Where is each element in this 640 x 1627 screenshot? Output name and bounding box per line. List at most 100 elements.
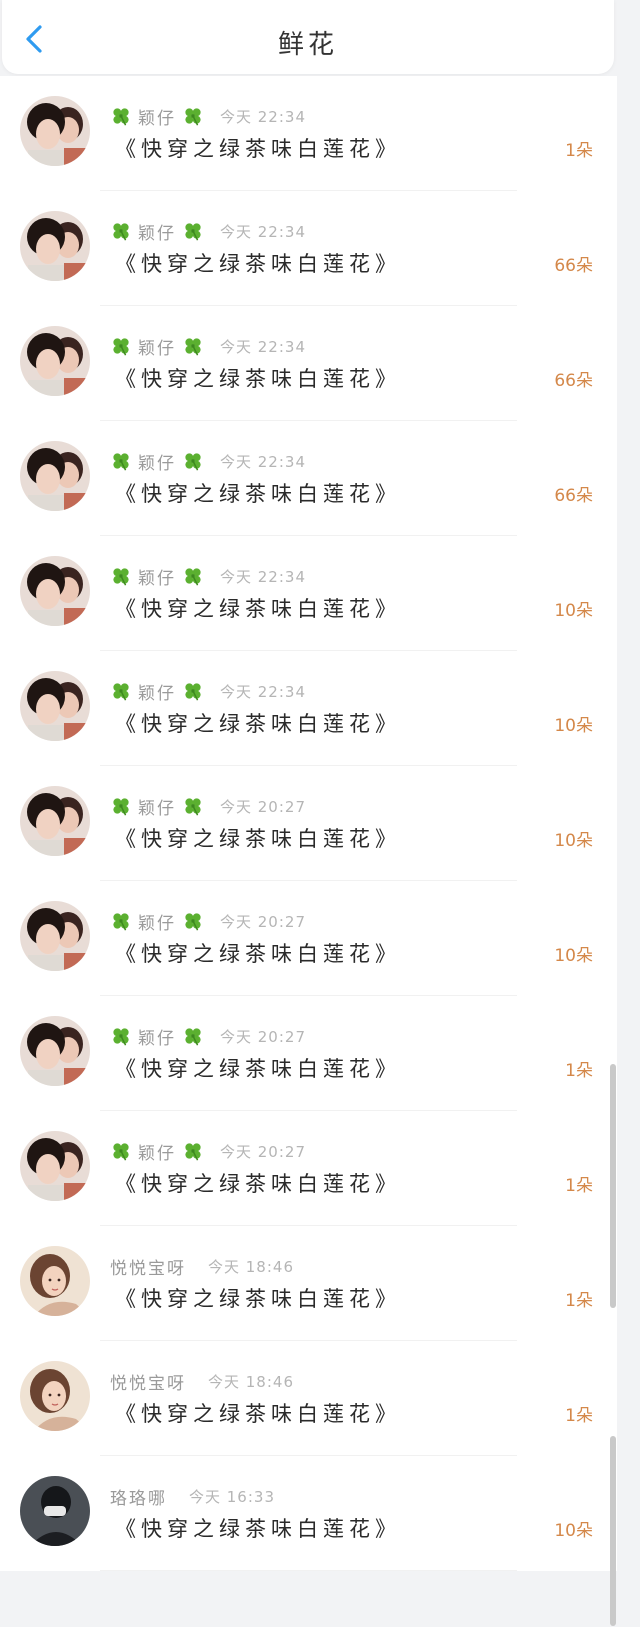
gift-list-item[interactable]: 颖仔 今天 20:27 《快穿之绿茶味白莲花》 10朵 [0, 881, 617, 996]
four-leaf-clover-icon [110, 450, 132, 472]
gift-list-item[interactable]: 颖仔 今天 20:27 《快穿之绿茶味白莲花》 1朵 [0, 996, 617, 1111]
four-leaf-clover-icon [182, 680, 204, 702]
username[interactable]: 颖仔 [138, 1024, 176, 1049]
avatar[interactable] [20, 786, 90, 856]
flower-count: 1朵 [565, 1176, 593, 1196]
avatar[interactable] [20, 1476, 90, 1546]
flower-count: 1朵 [565, 141, 593, 161]
username[interactable]: 悦悦宝呀 [110, 1369, 186, 1394]
timestamp: 今天 22:34 [220, 452, 306, 471]
gift-list-item[interactable]: 颖仔 今天 22:34 《快穿之绿茶味白莲花》 10朵 [0, 651, 617, 766]
timestamp: 今天 22:34 [220, 107, 306, 126]
gift-list-item[interactable]: 颖仔 今天 20:27 《快穿之绿茶味白莲花》 10朵 [0, 766, 617, 881]
book-title: 《快穿之绿茶味白莲花》 [115, 1517, 401, 1541]
four-leaf-clover-icon [110, 335, 132, 357]
avatar[interactable] [20, 901, 90, 971]
gift-list-item[interactable]: 颖仔 今天 22:34 《快穿之绿茶味白莲花》 66朵 [0, 306, 617, 421]
timestamp: 今天 18:46 [208, 1372, 294, 1391]
four-leaf-clover-icon [182, 105, 204, 127]
gift-list-item[interactable]: 悦悦宝呀 今天 18:46 《快穿之绿茶味白莲花》 1朵 [0, 1226, 617, 1341]
book-title: 《快穿之绿茶味白莲花》 [115, 482, 401, 506]
flower-count: 66朵 [554, 371, 593, 391]
four-leaf-clover-icon [182, 1140, 204, 1162]
username[interactable]: 颖仔 [138, 1139, 176, 1164]
gift-list-item[interactable]: 颖仔 今天 22:34 《快穿之绿茶味白莲花》 10朵 [0, 536, 617, 651]
timestamp: 今天 20:27 [220, 1142, 306, 1161]
avatar[interactable] [20, 1361, 90, 1431]
username[interactable]: 悦悦宝呀 [110, 1254, 186, 1279]
gift-list-item[interactable]: 悦悦宝呀 今天 18:46 《快穿之绿茶味白莲花》 1朵 [0, 1341, 617, 1456]
username[interactable]: 颖仔 [138, 564, 176, 589]
entry-meta: 颖仔 今天 22:34 [110, 564, 306, 589]
gift-list-item[interactable]: 颖仔 今天 22:34 《快穿之绿茶味白莲花》 1朵 [0, 76, 617, 191]
flower-gift-list: 颖仔 今天 22:34 《快穿之绿茶味白莲花》 1朵 颖仔 今天 22:34 《快穿之… [0, 76, 617, 1571]
timestamp: 今天 20:27 [220, 1027, 306, 1046]
username[interactable]: 颖仔 [138, 679, 176, 704]
timestamp: 今天 20:27 [220, 797, 306, 816]
avatar[interactable] [20, 556, 90, 626]
flower-count: 10朵 [554, 716, 593, 736]
avatar[interactable] [20, 1131, 90, 1201]
scrollbar-thumb-lower[interactable] [610, 1436, 616, 1626]
timestamp: 今天 18:46 [208, 1257, 294, 1276]
book-title: 《快穿之绿茶味白莲花》 [115, 367, 401, 391]
scrollbar-thumb[interactable] [610, 1064, 616, 1308]
entry-meta: 悦悦宝呀 今天 18:46 [110, 1254, 294, 1279]
username[interactable]: 颖仔 [138, 334, 176, 359]
avatar[interactable] [20, 96, 90, 166]
top-nav-bar: 鲜花 [2, 0, 614, 74]
book-title: 《快穿之绿茶味白莲花》 [115, 942, 401, 966]
book-title: 《快穿之绿茶味白莲花》 [115, 597, 401, 621]
username[interactable]: 颖仔 [138, 449, 176, 474]
entry-meta: 颖仔 今天 20:27 [110, 794, 306, 819]
four-leaf-clover-icon [110, 910, 132, 932]
four-leaf-clover-icon [110, 220, 132, 242]
entry-meta: 颖仔 今天 22:34 [110, 449, 306, 474]
page-title: 鲜花 [277, 30, 338, 60]
avatar[interactable] [20, 211, 90, 281]
book-title: 《快穿之绿茶味白莲花》 [115, 252, 401, 276]
book-title: 《快穿之绿茶味白莲花》 [115, 712, 401, 736]
four-leaf-clover-icon [182, 565, 204, 587]
avatar[interactable] [20, 326, 90, 396]
book-title: 《快穿之绿茶味白莲花》 [115, 1402, 401, 1426]
username[interactable]: 颖仔 [138, 794, 176, 819]
timestamp: 今天 22:34 [220, 222, 306, 241]
four-leaf-clover-icon [182, 335, 204, 357]
timestamp: 今天 22:34 [220, 682, 306, 701]
entry-meta: 悦悦宝呀 今天 18:46 [110, 1369, 294, 1394]
avatar[interactable] [20, 671, 90, 741]
gift-list-item[interactable]: 珞珞哪 今天 16:33 《快穿之绿茶味白莲花》 10朵 [0, 1456, 617, 1571]
username[interactable]: 颖仔 [138, 104, 176, 129]
four-leaf-clover-icon [110, 680, 132, 702]
flower-count: 66朵 [554, 256, 593, 276]
entry-meta: 颖仔 今天 22:34 [110, 334, 306, 359]
timestamp: 今天 22:34 [220, 567, 306, 586]
flower-count: 10朵 [554, 1521, 593, 1541]
four-leaf-clover-icon [110, 1025, 132, 1047]
avatar[interactable] [20, 1016, 90, 1086]
four-leaf-clover-icon [182, 795, 204, 817]
timestamp: 今天 22:34 [220, 337, 306, 356]
entry-meta: 珞珞哪 今天 16:33 [110, 1484, 275, 1509]
flower-count: 10朵 [554, 946, 593, 966]
entry-meta: 颖仔 今天 20:27 [110, 909, 306, 934]
entry-meta: 颖仔 今天 20:27 [110, 1139, 306, 1164]
gift-list-item[interactable]: 颖仔 今天 20:27 《快穿之绿茶味白莲花》 1朵 [0, 1111, 617, 1226]
flower-count: 10朵 [554, 601, 593, 621]
flower-count: 1朵 [565, 1061, 593, 1081]
avatar[interactable] [20, 441, 90, 511]
four-leaf-clover-icon [182, 450, 204, 472]
timestamp: 今天 16:33 [189, 1487, 275, 1506]
flower-count: 66朵 [554, 486, 593, 506]
four-leaf-clover-icon [110, 795, 132, 817]
timestamp: 今天 20:27 [220, 912, 306, 931]
username[interactable]: 珞珞哪 [110, 1484, 167, 1509]
entry-meta: 颖仔 今天 22:34 [110, 679, 306, 704]
avatar[interactable] [20, 1246, 90, 1316]
username[interactable]: 颖仔 [138, 909, 176, 934]
gift-list-item[interactable]: 颖仔 今天 22:34 《快穿之绿茶味白莲花》 66朵 [0, 191, 617, 306]
gift-list-item[interactable]: 颖仔 今天 22:34 《快穿之绿茶味白莲花》 66朵 [0, 421, 617, 536]
username[interactable]: 颖仔 [138, 219, 176, 244]
flower-count: 10朵 [554, 831, 593, 851]
